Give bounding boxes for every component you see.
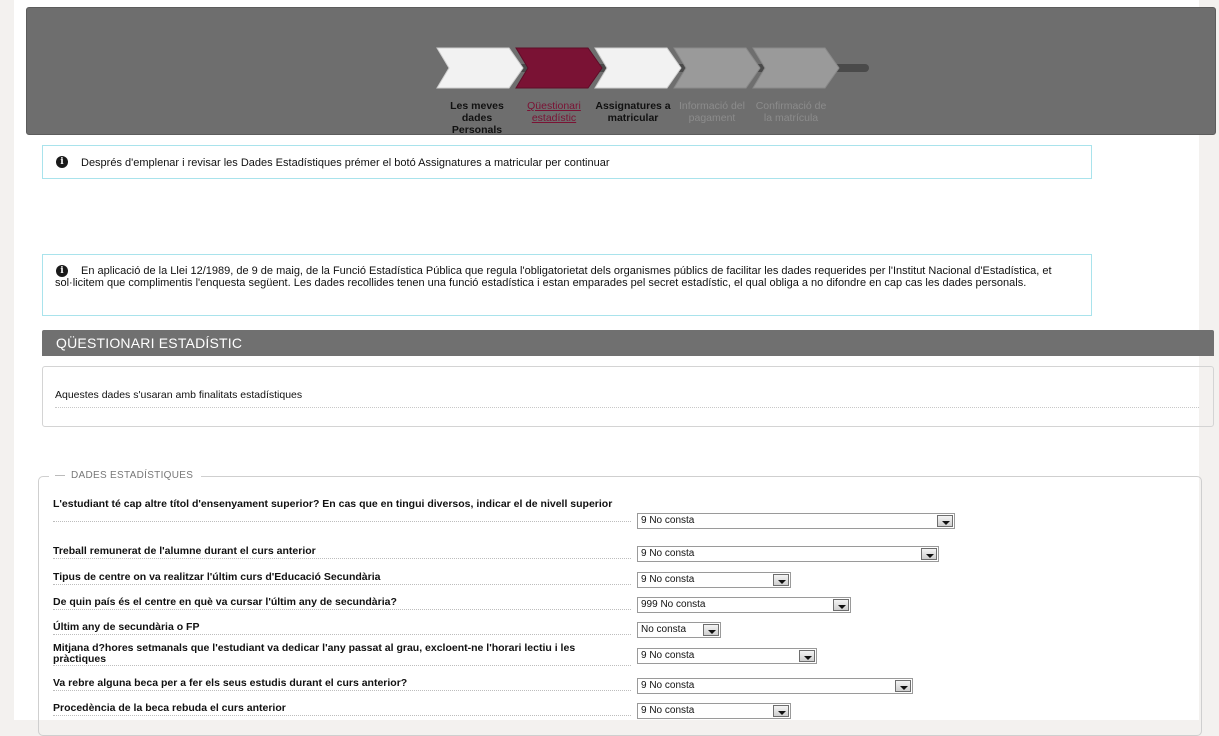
wizard-step-4-shape	[672, 45, 762, 91]
fieldset-legend: DADES ESTADÍSTIQUES	[49, 470, 202, 481]
dropdown-arrow-icon[interactable]	[703, 624, 719, 636]
school-country-select[interactable]: 999 No consta	[637, 597, 851, 613]
dropdown-arrow-icon[interactable]	[799, 650, 815, 662]
dropdown-arrow-icon[interactable]	[773, 705, 789, 717]
wizard-step-5-shape	[751, 45, 841, 91]
wizard-step-3-shape[interactable]	[593, 45, 683, 91]
info-circle-icon: i	[56, 156, 68, 168]
section-description: Aquestes dades s'usaran amb finalitats e…	[55, 389, 303, 401]
select-value: 9 No consta	[641, 574, 695, 585]
statistical-data-fieldset: DADES ESTADÍSTIQUES L'estudiant té cap a…	[38, 470, 1202, 736]
dropdown-arrow-icon[interactable]	[937, 515, 953, 527]
question-label: De quin país és el centre en què va curs…	[53, 597, 631, 610]
question-label: Procedència de la beca rebuda el curs an…	[53, 703, 631, 716]
select-value: 9 No consta	[641, 680, 695, 691]
select-value: 999 No consta	[641, 599, 706, 610]
dropdown-arrow-icon[interactable]	[921, 548, 937, 560]
last-year-select[interactable]: No consta	[637, 622, 721, 638]
section-title: QÜESTIONARI ESTADÍSTIC	[42, 330, 1214, 356]
select-value: 9 No consta	[641, 548, 695, 559]
other-degree-select[interactable]: 9 No consta	[637, 513, 955, 529]
select-value: 9 No consta	[641, 705, 695, 716]
info-notice-continue: i Després d'emplenar i revisar les Dades…	[42, 145, 1092, 179]
info-notice-continue-text: Després d'emplenar i revisar les Dades E…	[81, 157, 610, 169]
divider	[55, 407, 1199, 408]
question-label: Va rebre alguna beca per a fer els seus …	[53, 678, 631, 691]
wizard-step-2-shape[interactable]	[514, 45, 604, 91]
wizard-step-3-label[interactable]: Assignatures a matricular	[591, 100, 675, 124]
info-notice-legal-text: En aplicació de la Llei 12/1989, de 9 de…	[55, 265, 1052, 289]
question-label: Últim any de secundària o FP	[53, 622, 631, 635]
wizard-step-4-label: Informació del pagament	[679, 100, 745, 124]
select-value: 9 No consta	[641, 515, 695, 526]
question-label: Tipus de centre on va realitzar l'últim …	[53, 572, 631, 585]
dropdown-arrow-icon[interactable]	[833, 599, 849, 611]
section-description-box: Aquestes dades s'usaran amb finalitats e…	[42, 366, 1214, 427]
wizard-step-1-shape[interactable]	[435, 45, 525, 91]
dropdown-arrow-icon[interactable]	[895, 680, 911, 692]
paid-work-select[interactable]: 9 No consta	[637, 546, 939, 562]
weekly-hours-select[interactable]: 9 No consta	[637, 648, 817, 664]
info-notice-legal: i En aplicació de la Llei 12/1989, de 9 …	[42, 254, 1092, 316]
scholarship-origin-select[interactable]: 9 No consta	[637, 703, 791, 719]
school-type-select[interactable]: 9 No consta	[637, 572, 791, 588]
select-value: 9 No consta	[641, 650, 695, 661]
scholarship-select[interactable]: 9 No consta	[637, 678, 913, 694]
wizard-step-2-label[interactable]: Qüestionari estadístic	[512, 100, 596, 124]
question-label: L'estudiant té cap altre títol d'ensenya…	[53, 499, 631, 522]
enrollment-wizard: Les meves dades Personals Qüestionari es…	[26, 7, 1216, 136]
wizard-step-1-label[interactable]: Les meves dades Personals	[435, 100, 519, 136]
question-label: Mitjana d?hores setmanals que l'estudian…	[53, 643, 631, 666]
dropdown-arrow-icon[interactable]	[773, 574, 789, 586]
wizard-step-5-label: Confirmació de la matrícula	[755, 100, 827, 124]
select-value: No consta	[641, 624, 687, 635]
question-label: Treball remunerat de l'alumne durant el …	[53, 546, 631, 559]
